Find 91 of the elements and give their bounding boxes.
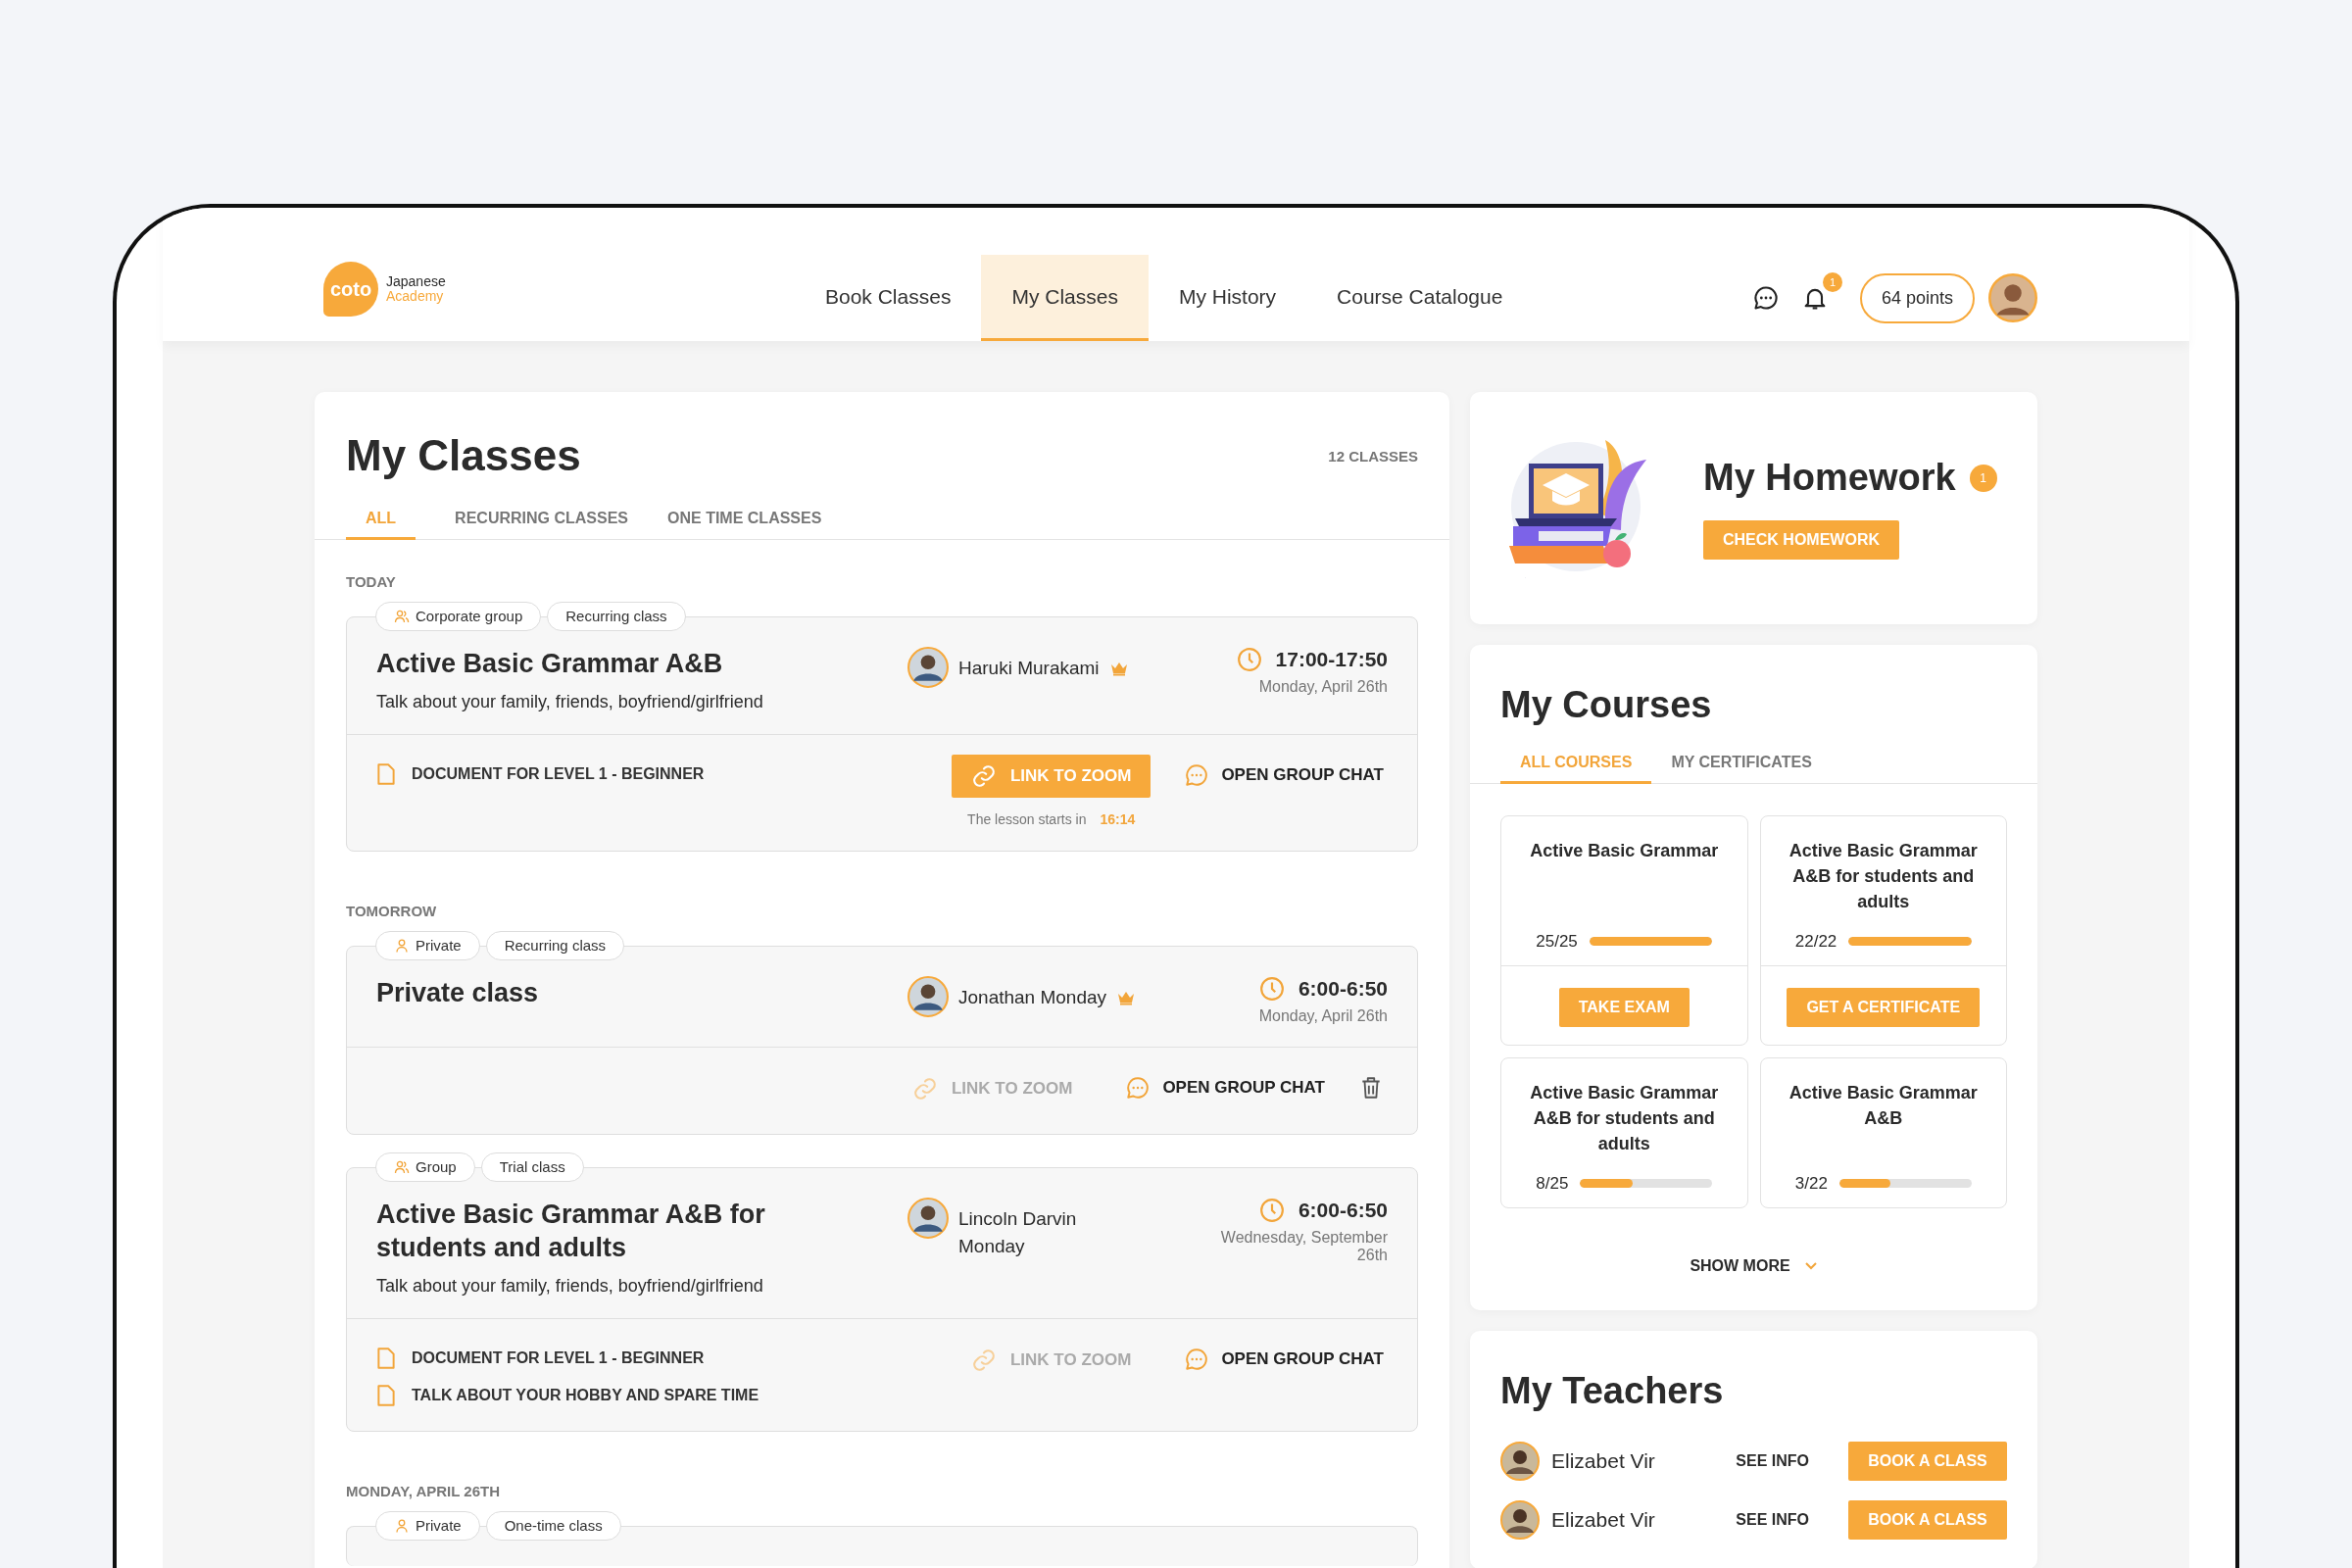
teacher-name[interactable]: Jonathan Monday [958, 975, 1107, 1011]
logo-text: Japanese [386, 274, 446, 289]
document-link[interactable]: DOCUMENT FOR LEVEL 1 - BEGINNER [376, 1346, 918, 1370]
teacher-name: Elizabet Vir [1551, 1448, 1656, 1473]
class-description: Talk about your family, friends, boyfriend/girlfriend [376, 691, 764, 712]
teacher-name: Elizabet Vir [1551, 1507, 1656, 1532]
class-title: Active Basic Grammar A&B [376, 647, 724, 680]
progress-count: 22/22 [1794, 931, 1838, 952]
courses-tab[interactable]: MY CERTIFICATES [1671, 754, 1812, 784]
class-tag: Corporate group [375, 601, 542, 631]
teacher-name[interactable]: Lincoln Darvin Monday [958, 1197, 1125, 1260]
link-icon [971, 762, 997, 789]
class-tag: Private [375, 930, 480, 960]
filter-tab[interactable]: RECURRING CLASSES [455, 510, 628, 540]
progress-count: 25/25 [1536, 931, 1578, 952]
nav-tab[interactable]: My Classes [981, 255, 1149, 341]
section-heading: TOMORROW [346, 902, 438, 919]
nav-tab[interactable]: Book Classes [795, 255, 982, 341]
person-icon [394, 1517, 410, 1534]
page-title: My Classes [346, 431, 581, 480]
class-title: Active Basic Grammar A&B for students and adults [376, 1198, 766, 1264]
document-icon [376, 1383, 396, 1407]
avatar [1500, 1499, 1540, 1540]
course-card[interactable]: Active Basic Grammar A&B for students and adults 22/22 GET A CERTIFICATE [1759, 814, 2007, 1046]
homework-badge: 1 [1969, 464, 1997, 492]
nav-tab[interactable]: Course Catalogue [1306, 255, 1534, 341]
progress-count: 8/25 [1536, 1173, 1569, 1194]
courses-title: My Courses [1499, 684, 1713, 726]
points-pill[interactable]: 64 points [1859, 272, 1975, 323]
document-icon [376, 1346, 396, 1370]
avatar [907, 975, 949, 1017]
filter-tab[interactable]: ONE TIME CLASSES [667, 510, 822, 540]
chat-icon[interactable] [1751, 284, 1780, 312]
avatar [907, 1197, 949, 1239]
group-chat-link[interactable]: OPEN GROUP CHAT [1125, 1066, 1325, 1101]
course-title: Active Basic Grammar [1530, 839, 1719, 862]
teachers-title: My Teachers [1500, 1369, 1725, 1412]
group-chat-link[interactable]: OPEN GROUP CHAT [1184, 1338, 1384, 1372]
see-info-link[interactable]: SEE INFO [1736, 1451, 1809, 1470]
people-icon [394, 608, 410, 624]
clock-icon [1258, 975, 1285, 1002]
avatar [1500, 1441, 1540, 1481]
class-date: Monday, April 26th [1258, 677, 1388, 696]
person-icon [394, 937, 410, 954]
homework-title: My Homework [1703, 457, 1956, 499]
chat-icon [1125, 1074, 1152, 1101]
class-date: Monday, April 26th [1258, 1006, 1388, 1025]
class-tag: Group [375, 1152, 475, 1182]
nav-tab[interactable]: My History [1148, 255, 1307, 341]
link-icon [912, 1075, 938, 1102]
chat-icon [1184, 761, 1210, 788]
teacher-name[interactable]: Haruki Murakami [958, 646, 1100, 682]
class-time: 6:00-6:50 [1298, 1198, 1388, 1222]
course-title: Active Basic Grammar A&B for students and adults [1529, 1081, 1720, 1155]
course-card[interactable]: Active Basic Grammar 25/25 TAKE EXAM [1500, 814, 1748, 1046]
class-time: 6:00-6:50 [1298, 976, 1388, 1001]
link-icon [971, 1347, 997, 1373]
countdown-text: The lesson starts in [967, 810, 1087, 827]
class-count: 12 CLASSES [1328, 447, 1418, 465]
chat-icon [1184, 1346, 1210, 1372]
section-heading: TODAY [346, 572, 397, 590]
course-title: Active Basic Grammar A&B for students and adults [1788, 839, 1979, 913]
class-tag: Private [375, 1510, 480, 1541]
clock-icon [1236, 646, 1262, 672]
see-info-link[interactable]: SEE INFO [1736, 1510, 1809, 1529]
logo-text: Academy [386, 289, 444, 304]
class-description: Talk about your family, friends, boyfriend/girlfriend [376, 1275, 764, 1297]
countdown-time: 16:14 [1100, 810, 1136, 827]
course-card[interactable]: Active Basic Grammar A&B for students and adults 8/25 [1500, 1056, 1748, 1208]
course-title: Active Basic Grammar A&B [1788, 1081, 1979, 1130]
people-icon [394, 1158, 410, 1175]
class-tag: Recurring class [547, 601, 686, 631]
section-heading: MONDAY, APRIL 26TH [346, 1482, 501, 1499]
show-more-link[interactable]: SHOW MORE [1470, 1256, 2037, 1275]
document-icon [376, 761, 396, 786]
group-chat-link[interactable]: OPEN GROUP CHAT [1184, 754, 1384, 788]
progress-count: 3/22 [1794, 1173, 1828, 1194]
document-link[interactable]: DOCUMENT FOR LEVEL 1 - BEGINNER [376, 761, 918, 786]
avatar[interactable] [1988, 273, 2037, 322]
document-link[interactable]: TALK ABOUT YOUR HOBBY AND SPARE TIME [376, 1383, 918, 1407]
chevron-down-icon [1803, 1260, 1818, 1271]
course-card[interactable]: Active Basic Grammar A&B 3/22 [1759, 1056, 2007, 1208]
class-title: Private class [376, 976, 540, 1009]
class-tag: Recurring class [485, 930, 625, 960]
class-date: Wednesday, September 26th [1219, 1228, 1388, 1264]
clock-icon [1258, 1197, 1285, 1223]
class-tag: Trial class [480, 1152, 584, 1182]
notification-badge: 1 [1822, 272, 1842, 292]
class-tag: One-time class [485, 1510, 621, 1541]
avatar [907, 646, 949, 688]
class-time: 17:00-17:50 [1275, 647, 1388, 671]
